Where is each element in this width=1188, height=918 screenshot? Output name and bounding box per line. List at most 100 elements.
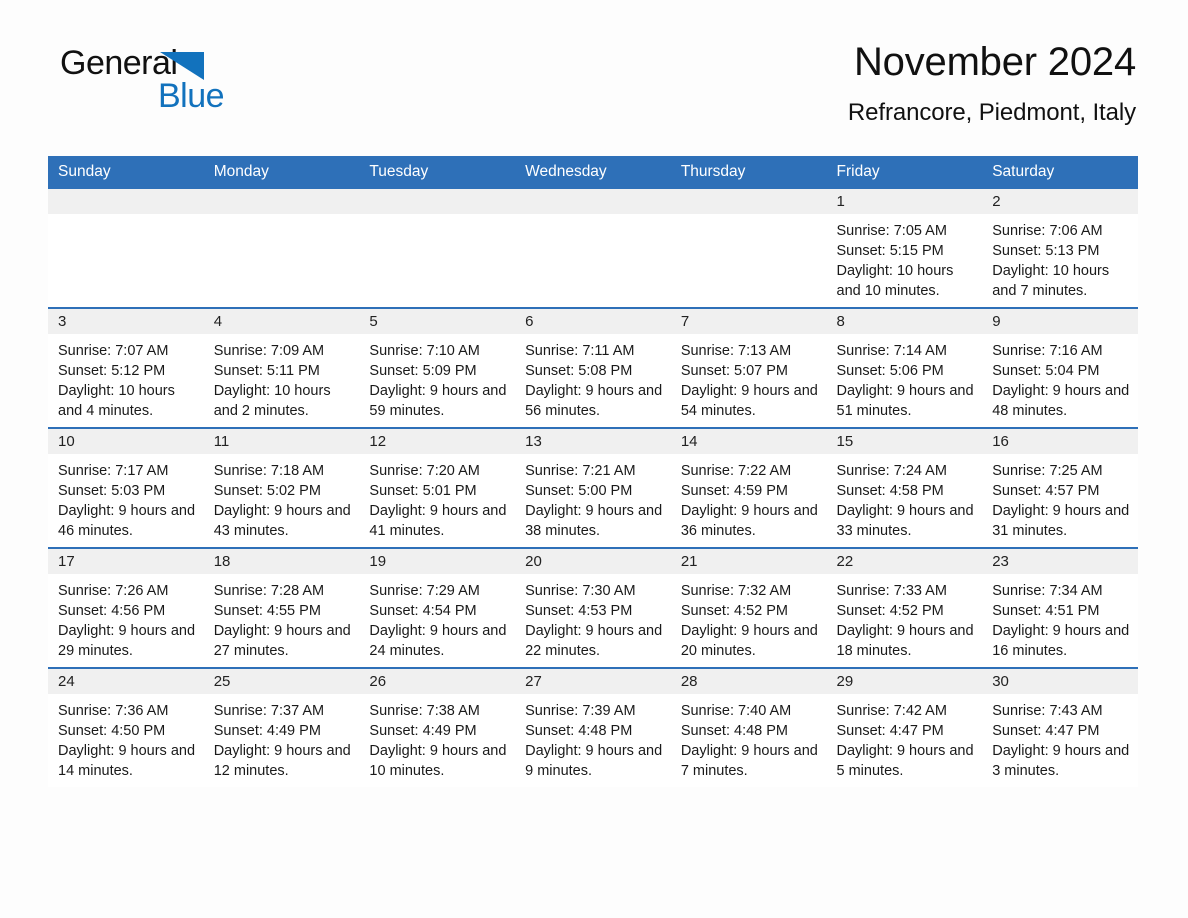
calendar-day-cell[interactable]: 19 Sunrise: 7:29 AM Sunset: 4:54 PM Dayligh… [359,547,516,668]
calendar-day-cell[interactable]: 7 Sunrise: 7:13 AM Sunset: 5:07 PM Daylight… [670,307,827,428]
calendar-day-cell-empty [359,189,516,308]
daylight-text: Daylight: 9 hours and 48 minutes. [992,383,1130,419]
daylight-text: Daylight: 9 hours and 27 minutes. [213,623,351,659]
sunrise-text: Sunrise: 7:28 AM [213,583,325,599]
day-number: 28 [670,669,827,694]
calendar-day-cell[interactable]: 4 Sunrise: 7:09 AM Sunset: 5:11 PM Daylight… [203,307,360,428]
calendar-day-cell[interactable]: 15 Sunrise: 7:24 AM Sunset: 4:58 PM Dayligh… [826,427,983,548]
calendar-day-cell[interactable]: 3 Sunrise: 7:07 AM Sunset: 5:12 PM Daylight… [48,307,204,428]
calendar-day-cell[interactable]: 9 Sunrise: 7:16 AM Sunset: 5:04 PM Daylight… [982,307,1138,428]
calendar-day-cell[interactable]: 14 Sunrise: 7:22 AM Sunset: 4:59 PM Dayligh… [670,427,827,548]
masthead: General Blue November 2024 Refrancore, P… [48,0,1140,126]
day-details: Sunrise: 7:07 AM Sunset: 5:12 PM Daylight:… [48,334,204,421]
calendar-day-cell[interactable]: 18 Sunrise: 7:28 AM Sunset: 4:55 PM Dayligh… [203,547,360,668]
sunrise-text: Sunrise: 7:43 AM [992,703,1103,719]
day-cell-inner: 10 Sunrise: 7:17 AM Sunset: 5:03 PM Dayligh… [48,429,204,547]
calendar-day-cell[interactable]: 30 Sunrise: 7:43 AM Sunset: 4:47 PM Dayligh… [982,667,1138,787]
sunrise-text: Sunrise: 7:13 AM [680,343,792,359]
location-subtitle: Refrancore, Piedmont, Italy [847,99,1136,126]
day-number: 14 [670,429,827,454]
sunset-text: Sunset: 4:52 PM [836,603,944,619]
day-details: Sunrise: 7:21 AM Sunset: 5:00 PM Daylight:… [515,454,671,541]
sunrise-text: Sunrise: 7:10 AM [369,343,480,359]
sunset-text: Sunset: 4:49 PM [213,723,321,739]
day-details: Sunrise: 7:38 AM Sunset: 4:49 PM Daylight:… [359,694,515,781]
calendar-day-cell[interactable]: 20 Sunrise: 7:30 AM Sunset: 4:53 PM Dayligh… [515,547,671,668]
day-cell-inner: 14 Sunrise: 7:22 AM Sunset: 4:59 PM Dayligh… [670,429,827,547]
sunset-text: Sunset: 5:03 PM [58,483,166,499]
sunset-text: Sunset: 5:09 PM [369,363,477,379]
sunrise-text: Sunrise: 7:25 AM [992,463,1103,479]
day-cell-inner: 19 Sunrise: 7:29 AM Sunset: 4:54 PM Dayligh… [359,549,516,667]
calendar-day-cell-empty [515,189,671,308]
day-number: 24 [48,669,204,694]
calendar-day-cell[interactable]: 21 Sunrise: 7:32 AM Sunset: 4:52 PM Dayligh… [670,547,827,668]
calendar-day-cell[interactable]: 28 Sunrise: 7:40 AM Sunset: 4:48 PM Dayligh… [670,667,827,787]
calendar-week-row: 10 Sunrise: 7:17 AM Sunset: 5:03 PM Dayligh… [48,427,1138,548]
day-number [203,189,360,214]
day-number: 2 [982,189,1138,214]
calendar-day-cell[interactable]: 25 Sunrise: 7:37 AM Sunset: 4:49 PM Dayligh… [203,667,360,787]
sunrise-text: Sunrise: 7:29 AM [369,583,480,599]
weekday-header-friday: Friday [826,156,983,189]
daylight-text: Daylight: 9 hours and 16 minutes. [992,623,1130,659]
day-number: 11 [203,429,360,454]
day-details: Sunrise: 7:06 AM Sunset: 5:13 PM Daylight:… [982,214,1138,301]
daylight-text: Daylight: 9 hours and 38 minutes. [525,503,663,539]
day-details: Sunrise: 7:32 AM Sunset: 4:52 PM Daylight:… [671,574,827,661]
sunset-text: Sunset: 5:12 PM [58,363,166,379]
sunrise-text: Sunrise: 7:32 AM [680,583,792,599]
calendar-day-cell[interactable]: 22 Sunrise: 7:33 AM Sunset: 4:52 PM Dayligh… [826,547,983,668]
sunrise-text: Sunrise: 7:24 AM [836,463,947,479]
sunrise-text: Sunrise: 7:34 AM [992,583,1103,599]
day-details: Sunrise: 7:14 AM Sunset: 5:06 PM Daylight:… [827,334,983,421]
daylight-text: Daylight: 9 hours and 5 minutes. [836,743,974,779]
calendar-day-cell[interactable]: 29 Sunrise: 7:42 AM Sunset: 4:47 PM Dayligh… [826,667,983,787]
calendar-day-cell[interactable]: 16 Sunrise: 7:25 AM Sunset: 4:57 PM Dayligh… [982,427,1138,548]
day-details: Sunrise: 7:10 AM Sunset: 5:09 PM Daylight:… [359,334,515,421]
calendar-day-cell[interactable]: 13 Sunrise: 7:21 AM Sunset: 5:00 PM Dayligh… [515,427,671,548]
daylight-text: Daylight: 9 hours and 43 minutes. [213,503,351,539]
day-number: 26 [359,669,516,694]
calendar-day-cell[interactable]: 24 Sunrise: 7:36 AM Sunset: 4:50 PM Dayligh… [48,667,204,787]
sunset-text: Sunset: 4:47 PM [836,723,944,739]
weekday-header-saturday: Saturday [982,156,1138,189]
calendar-day-cell[interactable]: 10 Sunrise: 7:17 AM Sunset: 5:03 PM Dayligh… [48,427,204,548]
calendar-day-cell[interactable]: 8 Sunrise: 7:14 AM Sunset: 5:06 PM Daylight… [826,307,983,428]
day-number: 4 [203,309,360,334]
calendar-body: 1 Sunrise: 7:05 AM Sunset: 5:15 PM Daylight… [48,189,1138,787]
calendar-day-cell[interactable]: 1 Sunrise: 7:05 AM Sunset: 5:15 PM Daylight… [826,189,983,308]
calendar-day-cell[interactable]: 17 Sunrise: 7:26 AM Sunset: 4:56 PM Dayligh… [48,547,204,668]
weekday-header-tuesday: Tuesday [359,156,516,189]
day-details: Sunrise: 7:18 AM Sunset: 5:02 PM Daylight:… [204,454,360,541]
day-details: Sunrise: 7:17 AM Sunset: 5:03 PM Daylight:… [48,454,204,541]
calendar-day-cell[interactable]: 23 Sunrise: 7:34 AM Sunset: 4:51 PM Dayligh… [982,547,1138,668]
calendar-day-cell[interactable]: 11 Sunrise: 7:18 AM Sunset: 5:02 PM Dayligh… [203,427,360,548]
calendar-day-cell[interactable]: 6 Sunrise: 7:11 AM Sunset: 5:08 PM Daylight… [515,307,671,428]
day-number: 27 [515,669,671,694]
sunset-text: Sunset: 4:51 PM [992,603,1100,619]
day-cell-inner: 23 Sunrise: 7:34 AM Sunset: 4:51 PM Dayligh… [982,549,1138,667]
calendar-day-cell[interactable]: 12 Sunrise: 7:20 AM Sunset: 5:01 PM Dayligh… [359,427,516,548]
day-cell-inner: 17 Sunrise: 7:26 AM Sunset: 4:56 PM Dayligh… [48,549,204,667]
day-details: Sunrise: 7:29 AM Sunset: 4:54 PM Daylight:… [359,574,515,661]
day-details: Sunrise: 7:05 AM Sunset: 5:15 PM Daylight:… [827,214,983,301]
logo-text-blue: Blue [158,77,225,115]
calendar-week-row: 24 Sunrise: 7:36 AM Sunset: 4:50 PM Dayligh… [48,667,1138,787]
sunset-text: Sunset: 4:50 PM [58,723,166,739]
calendar-day-cell[interactable]: 5 Sunrise: 7:10 AM Sunset: 5:09 PM Daylight… [359,307,516,428]
sunset-text: Sunset: 5:02 PM [213,483,321,499]
calendar-day-cell[interactable]: 2 Sunrise: 7:06 AM Sunset: 5:13 PM Daylight… [982,189,1138,308]
sunset-text: Sunset: 5:00 PM [525,483,633,499]
day-number: 13 [515,429,671,454]
day-cell-inner: 30 Sunrise: 7:43 AM Sunset: 4:47 PM Dayligh… [982,669,1138,787]
calendar-day-cell[interactable]: 26 Sunrise: 7:38 AM Sunset: 4:49 PM Dayligh… [359,667,516,787]
generalblue-logo[interactable]: General Blue [60,46,360,118]
sunset-text: Sunset: 4:47 PM [992,723,1100,739]
day-number: 16 [982,429,1138,454]
day-cell-inner: 1 Sunrise: 7:05 AM Sunset: 5:15 PM Daylight… [826,189,983,307]
sunrise-text: Sunrise: 7:30 AM [525,583,636,599]
day-number: 10 [48,429,204,454]
calendar-day-cell[interactable]: 27 Sunrise: 7:39 AM Sunset: 4:48 PM Dayligh… [515,667,671,787]
calendar-day-cell-empty [203,189,360,308]
